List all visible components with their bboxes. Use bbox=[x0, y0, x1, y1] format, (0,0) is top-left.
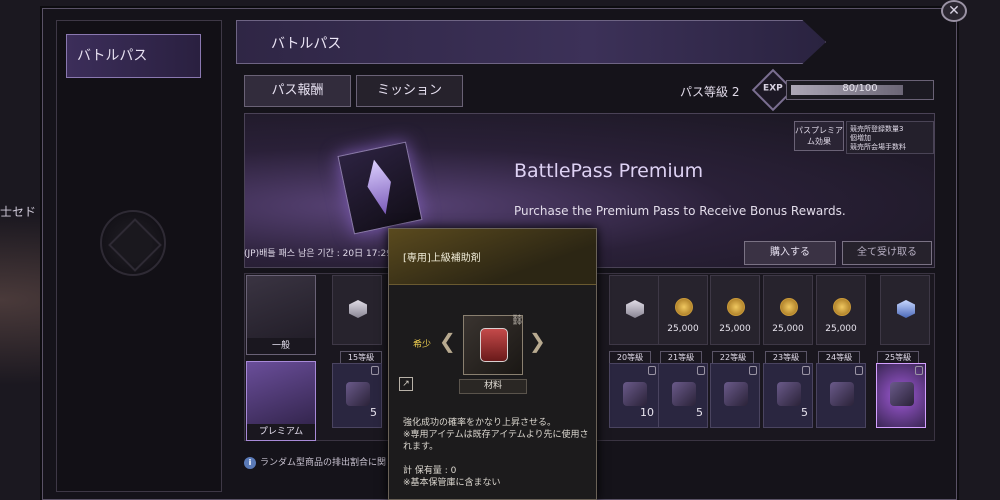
notice-text: ランダム型商品の排出割合に関し bbox=[260, 458, 396, 468]
quantity-line: ※基本保管庫に含まない bbox=[403, 478, 501, 488]
remaining-time: (JP)배틀 패스 남은 기간 : 20日 17:29: bbox=[244, 249, 395, 259]
lock-icon bbox=[855, 366, 863, 375]
claim-all-button[interactable]: 全て受け取る bbox=[842, 241, 932, 265]
reward-amount: 25,000 bbox=[825, 324, 857, 334]
general-reward-slot[interactable]: 25,000 bbox=[658, 275, 708, 345]
premium-reward-slot[interactable] bbox=[876, 363, 926, 428]
quantity-line: 計 保有量 : 0 bbox=[403, 466, 457, 476]
lock-icon bbox=[915, 366, 923, 375]
premium-effect-line: 競売所登録数量3 bbox=[850, 125, 904, 133]
box-icon bbox=[626, 300, 644, 318]
chevron-left-icon[interactable]: ❮ bbox=[439, 329, 456, 353]
lock-icon bbox=[697, 366, 705, 375]
coin-icon bbox=[675, 298, 693, 316]
item-description: 強化成功の確率をかなり上昇させる。 ※専用アイテムは既存アイテムより先に使用され… bbox=[403, 417, 589, 453]
blue-box-icon bbox=[897, 300, 915, 318]
lock-icon bbox=[802, 366, 810, 375]
coin-icon bbox=[780, 298, 798, 316]
lock-icon bbox=[371, 366, 379, 375]
premium-effect-line: 競売所会場手数料 bbox=[850, 143, 906, 151]
reward-amount: 25,000 bbox=[772, 324, 804, 334]
red-jar-icon bbox=[480, 328, 508, 362]
tier-general-label: 一般 bbox=[247, 338, 315, 354]
item-type: 材料 bbox=[459, 379, 527, 394]
tab-pass-rewards[interactable]: パス報酬 bbox=[244, 75, 351, 107]
general-reward-slot[interactable] bbox=[609, 275, 659, 345]
item-tooltip: [専用]上級補助剤 希少 ❮ ⛓ ❯ ↗ 材料 強化成功の確率をかなり上昇させる… bbox=[388, 228, 597, 500]
tier-general: 一般 bbox=[246, 275, 316, 355]
premium-reward-slot[interactable]: 5 bbox=[763, 363, 813, 428]
premium-reward-slot[interactable]: 5 bbox=[332, 363, 382, 428]
horn-icon bbox=[777, 382, 801, 406]
box-icon bbox=[349, 300, 367, 318]
tier-premium: プレミアム bbox=[246, 361, 316, 441]
premium-effect-label: パスプレミアム効果 bbox=[794, 121, 844, 151]
reward-amount: 25,000 bbox=[667, 324, 699, 334]
external-link-icon[interactable]: ↗ bbox=[399, 377, 413, 391]
link-icon: ⛓ bbox=[511, 315, 524, 326]
exp-progress-bar: 80/100 bbox=[786, 80, 934, 100]
general-reward-slot[interactable] bbox=[880, 275, 930, 345]
buy-button[interactable]: 購入する bbox=[744, 241, 836, 265]
description-line: 強化成功の確率をかなり上昇させる。 bbox=[403, 418, 557, 428]
background-text: 士セド bbox=[0, 205, 37, 219]
reward-count: 5 bbox=[370, 406, 377, 419]
premium-reward-slot[interactable]: 5 bbox=[658, 363, 708, 428]
reward-amount: 25,000 bbox=[719, 324, 751, 334]
sidebar-item-battlepass[interactable]: バトルパス bbox=[66, 34, 201, 78]
info-icon: i bbox=[244, 457, 256, 469]
lock-icon bbox=[648, 366, 656, 375]
coin-icon bbox=[833, 298, 851, 316]
pass-level-label: パス等級 2 bbox=[680, 85, 740, 99]
emblem-icon bbox=[100, 210, 166, 276]
banner-title: BattlePass Premium bbox=[514, 160, 704, 182]
premium-effect-line: 個増加 bbox=[850, 134, 871, 142]
general-reward-slot[interactable]: 25,000 bbox=[710, 275, 760, 345]
description-line: ※専用アイテムは既存アイテムより先に使用されます。 bbox=[403, 430, 589, 452]
general-reward-slot[interactable]: 25,000 bbox=[816, 275, 866, 345]
scroll-icon bbox=[830, 382, 854, 406]
red-jar-icon bbox=[623, 382, 647, 406]
tier-premium-label: プレミアム bbox=[247, 424, 315, 440]
purple-orb-icon bbox=[890, 382, 914, 406]
lock-icon bbox=[749, 366, 757, 375]
premium-reward-slot[interactable] bbox=[710, 363, 760, 428]
title-bar: バトルパス bbox=[236, 20, 826, 64]
premium-reward-slot[interactable] bbox=[816, 363, 866, 428]
chevron-right-icon[interactable]: ❯ bbox=[529, 329, 546, 353]
general-reward-slot[interactable] bbox=[332, 275, 382, 345]
premium-reward-slot[interactable]: 10 bbox=[609, 363, 659, 428]
general-reward-slot[interactable]: 25,000 bbox=[763, 275, 813, 345]
crystal-icon bbox=[672, 382, 696, 406]
pouch-icon bbox=[346, 382, 370, 406]
exp-progress-text: 80/100 bbox=[842, 83, 878, 94]
tooltip-header: [専用]上級補助剤 bbox=[389, 229, 596, 285]
coin-icon bbox=[727, 298, 745, 316]
reward-count: 5 bbox=[801, 406, 808, 419]
close-icon[interactable]: ✕ bbox=[941, 0, 967, 22]
tooltip-title: [専用]上級補助剤 bbox=[403, 253, 481, 264]
ore-icon bbox=[724, 382, 748, 406]
premium-effect-list: 競売所登録数量3 個増加 競売所会場手数料 bbox=[846, 121, 934, 154]
banner-subtitle: Purchase the Premium Pass to Receive Bon… bbox=[514, 204, 846, 218]
rarity-label: 希少 bbox=[413, 340, 432, 350]
item-quantity: 計 保有量 : 0 ※基本保管庫に含まない bbox=[403, 465, 501, 489]
notice[interactable]: i ランダム型商品の排出割合に関し bbox=[244, 455, 395, 469]
tab-missions[interactable]: ミッション bbox=[356, 75, 463, 107]
reward-count: 5 bbox=[696, 406, 703, 419]
reward-count: 10 bbox=[640, 406, 654, 419]
page-title: バトルパス bbox=[271, 36, 342, 52]
